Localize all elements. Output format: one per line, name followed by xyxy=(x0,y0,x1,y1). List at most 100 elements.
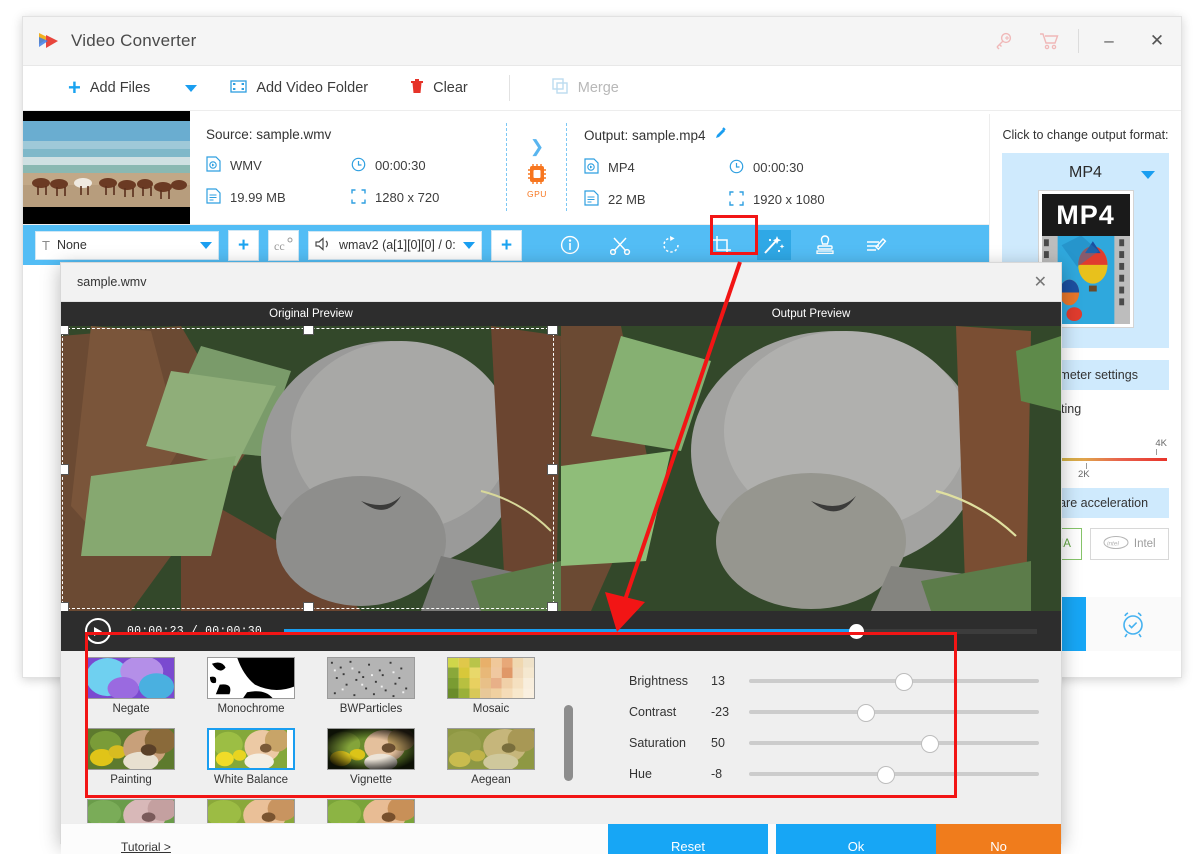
output-preview-label: Output Preview xyxy=(561,302,1061,326)
crop-frame[interactable] xyxy=(62,328,554,609)
gpu-chip-icon xyxy=(526,163,548,187)
source-duration: 00:00:30 xyxy=(351,156,506,175)
output-meta-grid: MP4 00:00:30 22 MB 1920 x 1080 xyxy=(584,158,914,209)
source-size: 19.99 MB xyxy=(206,188,351,207)
effect-item[interactable] xyxy=(311,799,431,823)
chevron-right-icon: ❯ xyxy=(530,137,544,157)
preview-header-bar: Original Preview Output Preview xyxy=(61,302,1061,326)
effect-thumbnail[interactable] xyxy=(87,799,175,823)
info-icon[interactable] xyxy=(553,230,587,260)
cc-icon: cc xyxy=(274,237,293,253)
clock-icon xyxy=(351,157,366,175)
title-bar: Video Converter – ✕ xyxy=(23,17,1181,66)
main-toolbar: + Add Files Add Video Folder Clear xyxy=(23,66,1181,111)
crop-handle-bl[interactable] xyxy=(61,602,69,611)
output-format-label: MP4 xyxy=(608,160,635,175)
play-logo-icon xyxy=(37,31,59,51)
original-preview[interactable] xyxy=(61,326,561,611)
merge-squares-icon xyxy=(552,78,569,98)
intel-icon: intel xyxy=(1103,536,1129,552)
output-title: Output: sample.mp4 xyxy=(584,128,706,143)
crop-handle-bc[interactable] xyxy=(303,602,314,611)
cart-icon[interactable] xyxy=(1026,17,1072,65)
source-resolution: 1280 x 720 xyxy=(351,188,506,207)
crop-handle-tr[interactable] xyxy=(547,326,558,335)
dialog-close-icon[interactable]: ✕ xyxy=(1034,272,1047,292)
text-t-icon: T xyxy=(42,238,50,253)
add-files-label: Add Files xyxy=(90,80,150,96)
cc-button[interactable]: cc xyxy=(268,230,299,261)
schedule-button[interactable] xyxy=(1086,597,1182,651)
add-files-dropdown[interactable] xyxy=(185,85,197,92)
effect-item[interactable] xyxy=(71,799,191,823)
watermark-stamp-icon[interactable] xyxy=(808,230,842,260)
effect-item[interactable] xyxy=(191,799,311,823)
merge-button[interactable]: Merge xyxy=(552,66,619,110)
pencil-icon[interactable] xyxy=(714,127,728,144)
speaker-icon xyxy=(315,237,332,254)
key-icon[interactable] xyxy=(980,17,1026,65)
source-size-label: 19.99 MB xyxy=(230,190,286,205)
crop-handle-tc[interactable] xyxy=(303,326,314,335)
chevron-down-icon[interactable] xyxy=(1141,171,1155,179)
svg-text:cc: cc xyxy=(274,239,285,253)
chevron-down-icon xyxy=(200,242,212,249)
titlebar-right-controls: – ✕ xyxy=(980,17,1181,65)
add-audio-button[interactable]: + xyxy=(491,230,522,261)
intel-label: Intel xyxy=(1134,538,1156,550)
trash-icon xyxy=(410,78,424,98)
intel-button[interactable]: intel Intel xyxy=(1090,528,1170,560)
crop-handle-mr[interactable] xyxy=(547,464,558,475)
plus-icon: + xyxy=(501,236,512,255)
output-resolution-label: 1920 x 1080 xyxy=(753,192,825,207)
output-preview[interactable] xyxy=(561,326,1061,611)
quality-tick-4k xyxy=(1156,449,1157,455)
scissors-icon[interactable] xyxy=(604,230,638,260)
crop-handle-tl[interactable] xyxy=(61,326,69,335)
magic-wand-icon[interactable] xyxy=(757,230,791,260)
horses-on-beach-thumbnail[interactable] xyxy=(23,111,190,224)
clear-label: Clear xyxy=(433,80,468,96)
format-thumb-label: MP4 xyxy=(1042,194,1130,236)
source-duration-label: 00:00:30 xyxy=(375,158,426,173)
annotation-box-effect-tool xyxy=(710,215,758,255)
plus-icon: + xyxy=(68,77,81,99)
tutorial-link[interactable]: Tutorial > xyxy=(121,840,171,854)
crop-handle-br[interactable] xyxy=(547,602,558,611)
source-meta-grid: WMV 00:00:30 19.99 MB 1280 x 720 xyxy=(206,156,506,207)
audio-select-value: wmav2 (a[1][0][0] / 0: xyxy=(339,238,456,252)
no-button[interactable]: No xyxy=(936,824,1061,854)
subtitle-edit-icon[interactable] xyxy=(859,230,893,260)
file-format-icon xyxy=(206,156,221,175)
app-title: Video Converter xyxy=(71,31,197,51)
reset-button[interactable]: Reset xyxy=(608,824,768,854)
svg-text:intel: intel xyxy=(1107,541,1119,548)
subtitle-select[interactable]: T None xyxy=(35,231,219,260)
crop-handle-ml[interactable] xyxy=(61,464,69,475)
alarm-clock-icon xyxy=(1118,609,1148,639)
plus-icon: + xyxy=(238,236,249,255)
output-format: MP4 xyxy=(584,158,729,177)
source-resolution-label: 1280 x 720 xyxy=(375,190,439,205)
close-button[interactable]: ✕ xyxy=(1133,17,1181,65)
minimize-button[interactable]: – xyxy=(1085,17,1133,65)
clear-button[interactable]: Clear xyxy=(410,66,468,110)
document-icon xyxy=(584,190,599,209)
chevron-down-icon xyxy=(463,242,475,249)
rotate-icon[interactable] xyxy=(655,230,689,260)
annotation-box-effects-panel xyxy=(85,632,957,798)
original-preview-label: Original Preview xyxy=(61,302,561,326)
audio-select[interactable]: wmav2 (a[1][0][0] / 0: xyxy=(308,231,482,260)
effect-thumbnail[interactable] xyxy=(327,799,415,823)
effect-thumbnail[interactable] xyxy=(207,799,295,823)
gpu-indicator: ❯ GPU xyxy=(508,111,566,224)
add-video-folder-label: Add Video Folder xyxy=(256,80,368,96)
output-column: Output: sample.mp4 MP4 00:00:30 xyxy=(568,111,914,224)
add-subtitle-button[interactable]: + xyxy=(228,230,259,261)
resolution-icon xyxy=(351,189,366,207)
add-files-button[interactable]: + Add Files xyxy=(68,66,150,110)
ok-button[interactable]: Ok xyxy=(776,824,936,854)
file-format-icon xyxy=(584,158,599,177)
titlebar-divider xyxy=(1078,29,1079,53)
add-video-folder-button[interactable]: Add Video Folder xyxy=(230,66,368,110)
